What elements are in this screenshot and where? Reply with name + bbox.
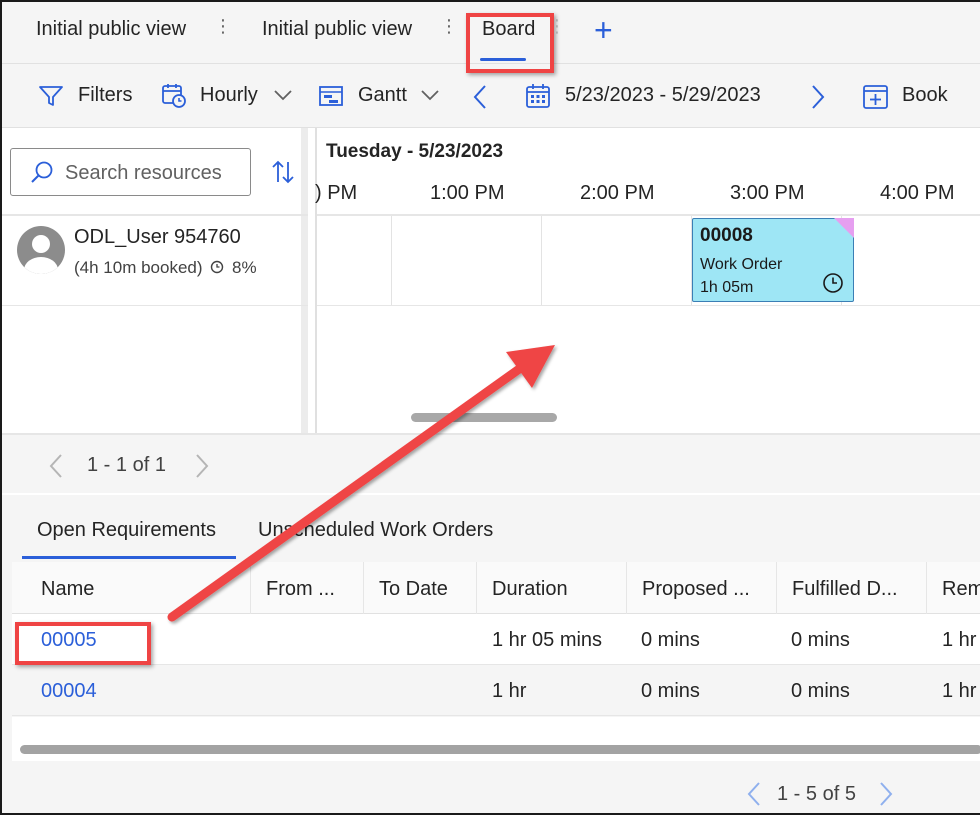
resource-booked-summary: (4h 10m booked) 8% [74,258,257,278]
add-tab-icon[interactable]: + [594,14,613,46]
booked-hours: (4h 10m booked) [74,258,203,277]
column-header-from-date[interactable]: From ... [251,562,364,614]
booking-id: 00008 [700,225,753,246]
time-slot-label: 3:00 PM [730,182,805,204]
board-toolbar: Filters Hourly Gantt 5/23/2023 - 5/29/20… [2,64,980,128]
clock-icon [211,260,224,274]
chevron-left-icon[interactable] [472,84,488,110]
date-range-picker[interactable]: 5/23/2023 - 5/29/2023 [565,84,761,107]
chevron-right-icon[interactable] [194,453,210,479]
active-tab-indicator [22,556,236,559]
cell-fulfilled: 0 mins [791,629,850,651]
calendar-add-icon [863,85,888,109]
board-tabs: Initial public view ⋮ Initial public vie… [2,2,980,64]
tab-more-icon[interactable]: ⋮ [440,16,458,36]
requirement-name-link[interactable]: 00004 [41,680,97,703]
tab-initial-public-view-2[interactable]: Initial public view [262,18,412,41]
resource-pane: Search resources ODL_User 954760 (4h 10m… [2,128,308,433]
time-slot-label: 2:00 PM [580,182,655,204]
chevron-down-icon[interactable] [420,89,440,101]
requirement-name-link[interactable]: 00005 [41,629,97,652]
filter-icon [39,86,63,106]
cell-duration: 1 hr 05 mins [492,629,603,651]
column-header-duration[interactable]: Duration [477,562,627,614]
column-header-to-date[interactable]: To Date [364,562,477,614]
table-body-empty [12,717,980,761]
column-header-remaining[interactable]: Rem [927,562,980,614]
search-resources-input[interactable]: Search resources [10,148,251,196]
search-placeholder: Search resources [65,162,222,184]
grid-line [391,216,392,305]
resource-page-count: 1 - 1 of 1 [87,454,166,476]
resource-pager: 1 - 1 of 1 [2,433,980,493]
filters-button[interactable]: Filters [78,84,132,107]
tab-more-icon[interactable]: ⋮ [214,16,232,36]
chevron-right-icon[interactable] [810,84,826,110]
grid-line [541,216,542,305]
cell-duration: 1 hr [492,680,527,702]
booking-type: Work Order [700,256,783,273]
horizontal-scrollbar[interactable] [411,413,557,422]
tab-initial-public-view-1[interactable]: Initial public view [36,18,186,41]
time-slot-label: 1:00 PM [430,182,505,204]
utilization-percent: 8% [232,258,257,277]
booking-status-marker [834,218,854,238]
cell-remaining: 1 hr [942,629,977,651]
resource-row[interactable]: ODL_User 954760 (4h 10m booked) 8% [2,214,308,306]
view-dropdown[interactable]: Gantt [358,84,407,107]
resolution-dropdown[interactable]: Hourly [200,84,258,107]
cell-remaining: 1 hr [942,680,977,702]
time-slot-label: 4:00 PM [880,182,955,204]
booking-duration: 1h 05m [700,279,754,296]
table-header: Name From ... To Date Duration Proposed … [12,562,980,614]
tab-unscheduled-work-orders[interactable]: Unscheduled Work Orders [258,519,493,542]
book-button[interactable]: Book [902,84,948,107]
table-row[interactable]: 00004 1 hr 0 mins 0 mins 1 hr [12,665,980,716]
table-row[interactable]: 00005 1 hr 05 mins 0 mins 0 mins 1 hr [12,614,980,665]
chevron-right-icon[interactable] [878,781,894,807]
scheduling-board: Initial public view ⋮ Initial public vie… [0,0,980,815]
booking-card[interactable]: 00008 Work Order 1h 05m [692,218,854,302]
active-tab-indicator [480,58,526,61]
search-icon [31,161,53,183]
tab-more-icon[interactable]: ⋮ [548,16,566,36]
chevron-left-icon[interactable] [48,453,64,479]
requirements-panel: Open Requirements Unscheduled Work Order… [2,495,980,813]
time-slot-label: ) PM [315,182,358,204]
schedule-row[interactable]: 00008 Work Order 1h 05m [317,214,980,306]
cell-proposed: 0 mins [641,680,700,702]
cell-fulfilled: 0 mins [791,680,850,702]
requirements-page-count: 1 - 5 of 5 [777,783,856,805]
column-header-fulfilled[interactable]: Fulfilled D... [777,562,927,614]
tab-board[interactable]: Board [482,18,535,41]
calendar-clock-icon [162,84,186,108]
resource-name: ODL_User 954760 [74,226,241,248]
schedule-grid: Tuesday - 5/23/2023 ) PM 1:00 PM 2:00 PM… [315,128,980,433]
chevron-left-icon[interactable] [746,781,762,807]
cell-proposed: 0 mins [641,629,700,651]
column-header-name[interactable]: Name [12,562,251,614]
column-header-proposed[interactable]: Proposed ... [627,562,777,614]
clock-icon [823,273,843,293]
date-heading: Tuesday - 5/23/2023 [326,141,504,162]
tab-open-requirements[interactable]: Open Requirements [37,519,216,542]
sort-icon[interactable] [270,158,296,186]
calendar-icon [526,84,550,108]
chevron-down-icon[interactable] [273,89,293,101]
avatar [17,226,65,274]
gantt-icon [319,86,343,106]
user-icon [24,235,58,274]
table-horizontal-scrollbar[interactable] [20,745,980,754]
